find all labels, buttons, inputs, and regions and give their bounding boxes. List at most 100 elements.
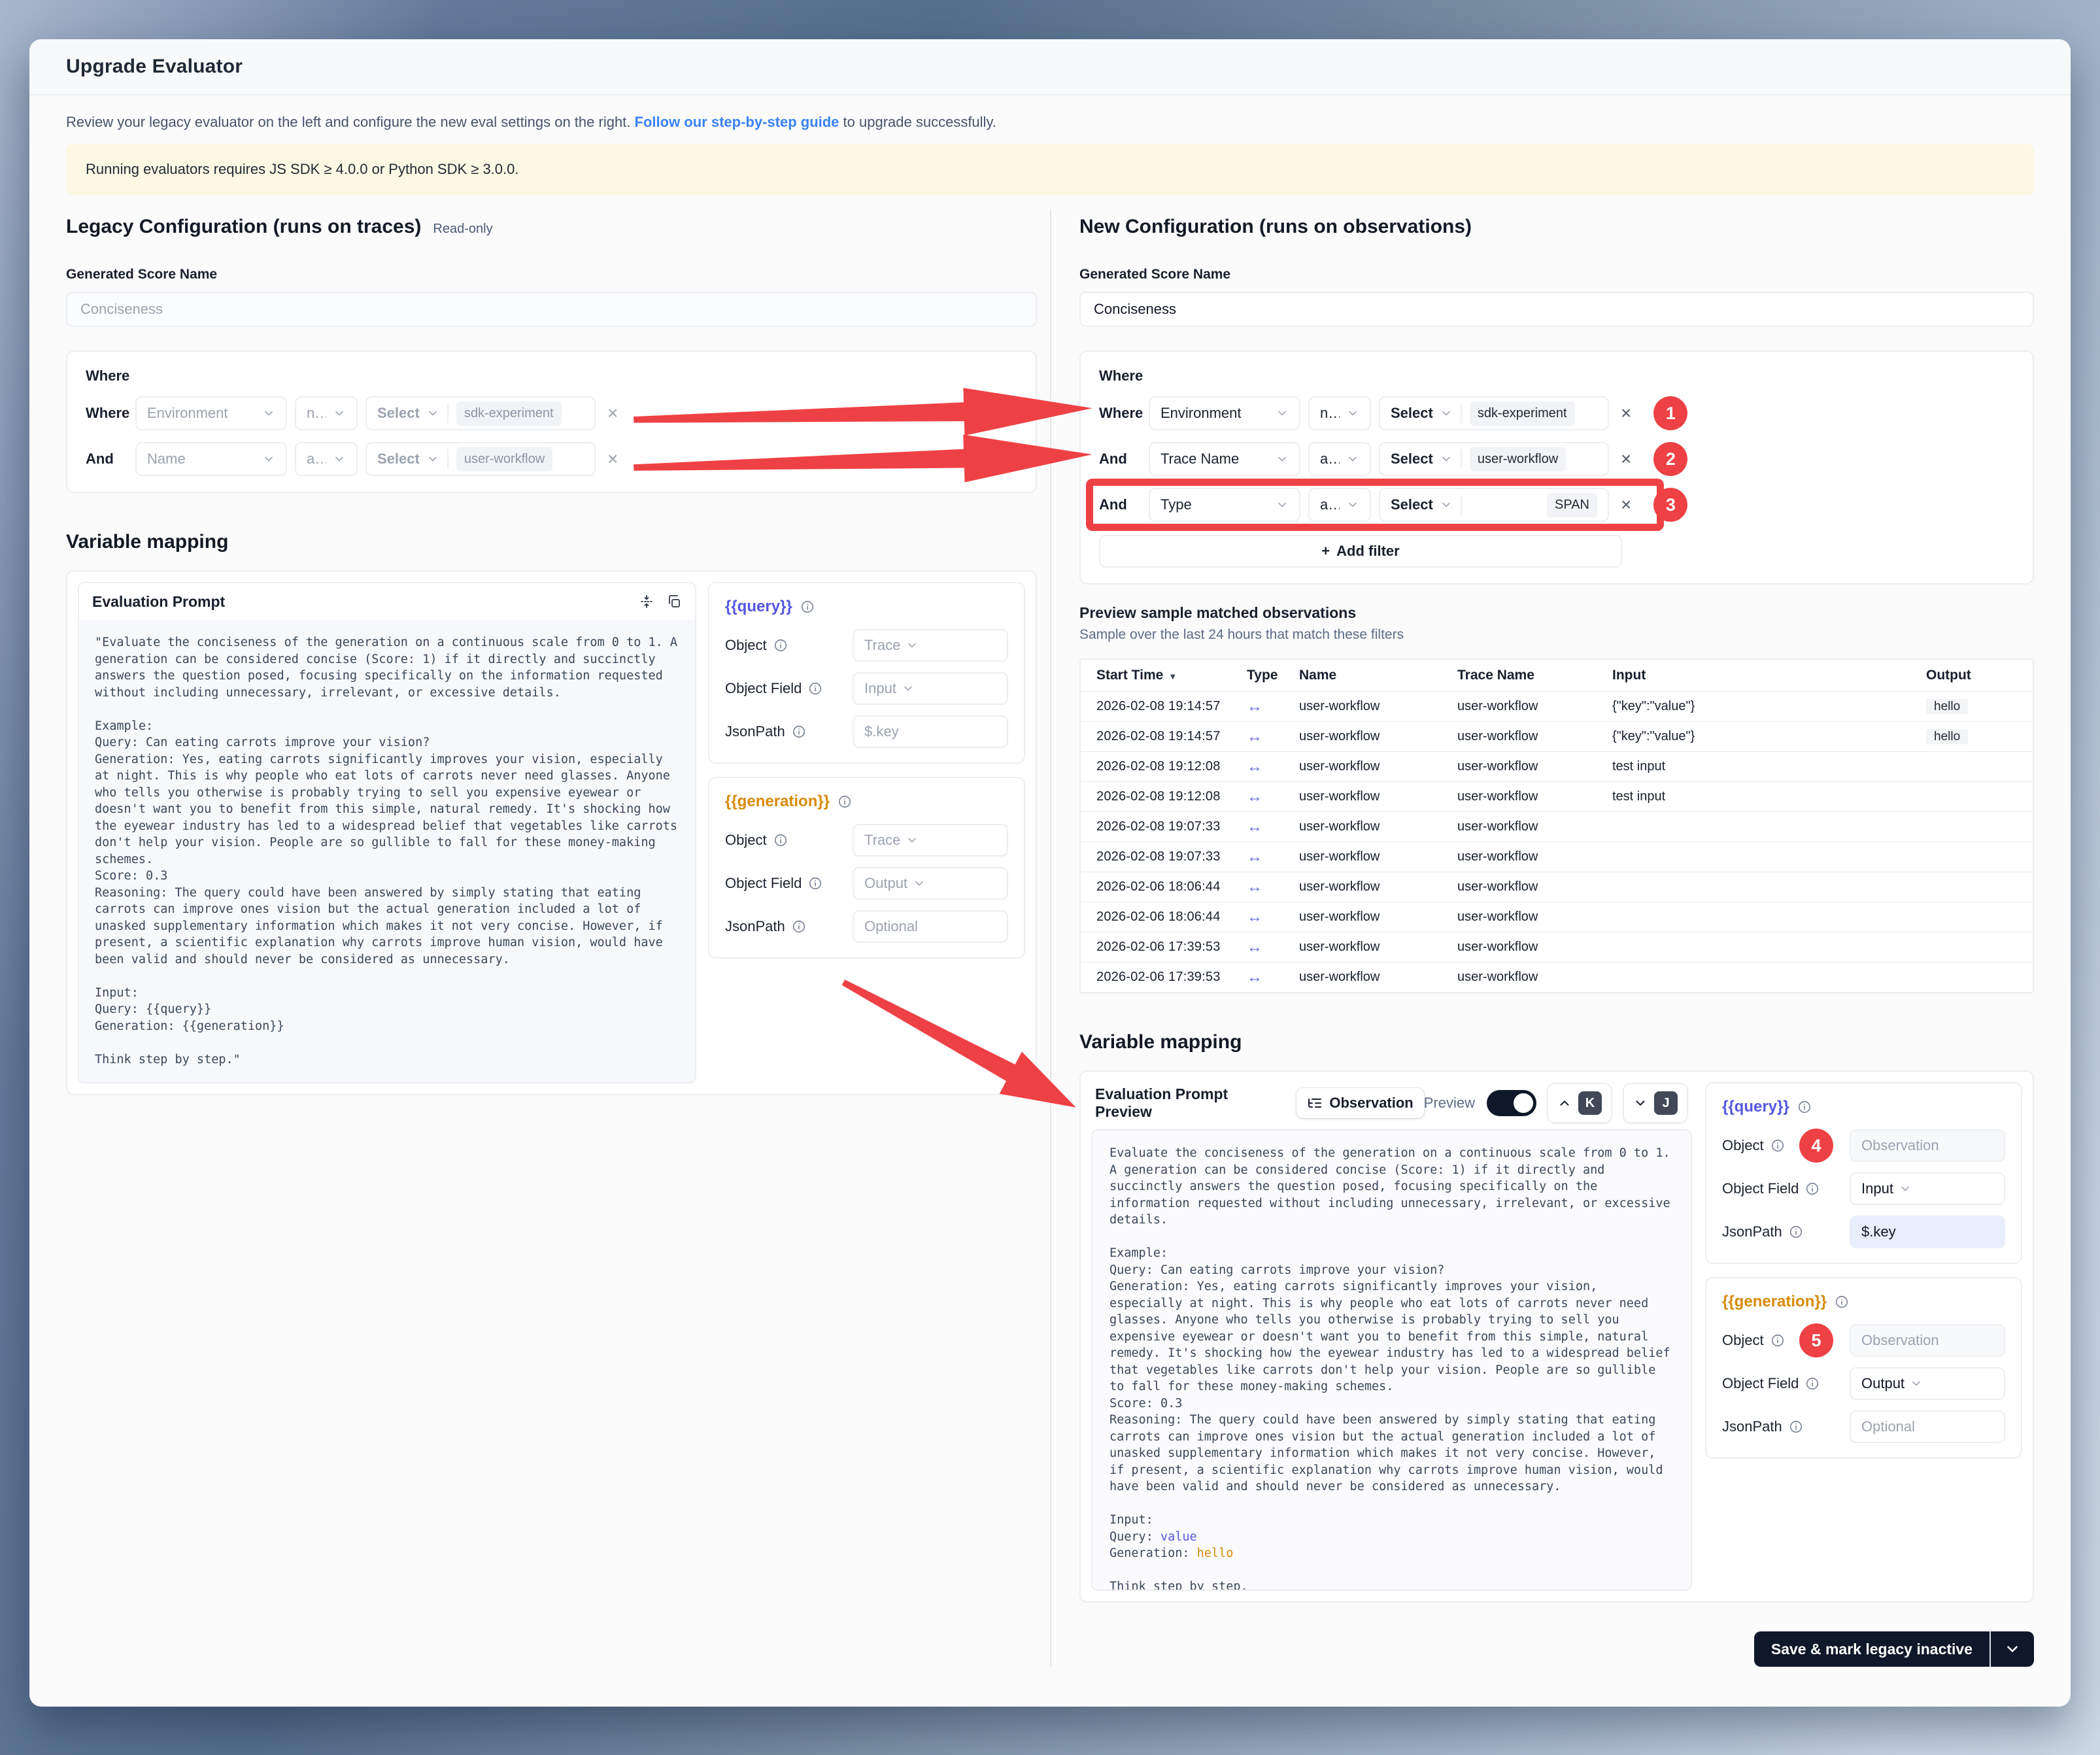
filter-column-select: Name [135, 442, 287, 476]
filter-connector: And [1099, 451, 1141, 468]
info-icon [1789, 1420, 1803, 1434]
preview-toggle[interactable] [1487, 1090, 1536, 1116]
generation-token-value: hello [1197, 1546, 1234, 1560]
query-variable-name: {{query}} [725, 598, 792, 616]
jsonpath-label: JsonPath [725, 723, 785, 740]
filter-operator-select[interactable]: any.. [1308, 488, 1371, 522]
chevron-down-icon [1440, 498, 1453, 511]
legacy-heading: Legacy Configuration (runs on traces) [66, 214, 421, 239]
filter-operator-select[interactable]: non... [1308, 396, 1371, 430]
previous-variable-button[interactable]: K [1547, 1083, 1612, 1123]
evaluation-prompt-text: "Evaluate the conciseness of the generat… [79, 620, 695, 1082]
chevron-down-icon [906, 639, 919, 652]
new-variable-mapping-card: Evaluation Prompt Preview Observation Pr… [1079, 1070, 2034, 1603]
filter-value-select[interactable]: Select sdk-experiment [1379, 396, 1609, 430]
chevron-down-icon [902, 682, 915, 695]
dialog-header: Upgrade Evaluator [29, 39, 2071, 95]
output-chip: hello [1926, 699, 1968, 714]
object-field-select[interactable]: Output [1850, 1367, 2005, 1400]
jsonpath-input: Optional [853, 910, 1008, 943]
save-split-button: Save & mark legacy inactive [1754, 1631, 2034, 1667]
arrows-left-right-icon: ↔ [1247, 728, 1299, 746]
filter-value-select: Select user-workflow [365, 442, 596, 476]
arrows-left-right-icon: ↔ [1247, 878, 1299, 896]
filter-value-select[interactable]: Select SPAN [1379, 488, 1609, 522]
new-score-name-value: Conciseness [1094, 301, 1176, 318]
filter-column-select[interactable]: Type [1149, 488, 1300, 522]
column-header-input[interactable]: Input [1612, 668, 1926, 683]
filter-operator-select[interactable]: any.. [1308, 442, 1371, 476]
select-divider [1461, 449, 1462, 469]
column-header-start-time[interactable]: Start Time▼ [1096, 668, 1247, 683]
select-divider [1461, 495, 1462, 515]
query-token-value: value [1160, 1530, 1197, 1544]
legacy-variable-panels: {{query}} Object Trace Object Field Inpu… [708, 582, 1025, 959]
object-label: Object [1722, 1137, 1764, 1154]
generation-variable-name: {{generation}} [1722, 1293, 1827, 1311]
table-row[interactable]: 2026-02-08 19:07:33 ↔ user-workflow user… [1081, 842, 2033, 872]
remove-filter-button[interactable]: × [1617, 401, 1635, 425]
object-label: Object [725, 637, 767, 654]
column-header-type[interactable]: Type [1247, 668, 1299, 683]
column-header-name[interactable]: Name [1299, 668, 1457, 683]
filter-value-select[interactable]: Select user-workflow [1379, 442, 1609, 476]
intro-text: Review your legacy evaluator on the left… [66, 114, 630, 130]
new-score-name-input[interactable]: Conciseness [1079, 292, 2034, 327]
arrows-left-right-icon: ↔ [1247, 788, 1299, 806]
table-row[interactable]: 2026-02-08 19:12:08 ↔ user-workflow user… [1081, 751, 2033, 781]
add-filter-button[interactable]: + Add filter [1099, 535, 1622, 568]
remove-filter-button[interactable]: × [1617, 447, 1635, 471]
collapse-vertical-icon[interactable] [639, 594, 654, 609]
table-row[interactable]: 2026-02-08 19:07:33 ↔ user-workflow user… [1081, 811, 2033, 842]
legacy-filter-row-1: Where Environment non... Select [86, 396, 1017, 430]
arrows-left-right-icon: ↔ [1247, 758, 1299, 776]
table-row[interactable]: 2026-02-08 19:14:57 ↔ user-workflow user… [1081, 721, 2033, 751]
next-variable-button[interactable]: J [1623, 1083, 1688, 1123]
filter-column-select[interactable]: Trace Name [1149, 442, 1300, 476]
arrows-left-right-icon: ↔ [1247, 698, 1299, 716]
copy-icon[interactable] [666, 594, 682, 609]
table-row[interactable]: 2026-02-06 18:06:44 ↔ user-workflow user… [1081, 902, 2033, 932]
filter-connector: Where [1099, 405, 1141, 422]
legacy-configuration-section: Legacy Configuration (runs on traces) Re… [66, 214, 1037, 1095]
filter-column-select: Environment [135, 396, 287, 430]
jsonpath-input[interactable]: Optional [1850, 1410, 2005, 1443]
step-badge-2: 2 [1653, 442, 1687, 476]
object-field-select[interactable]: Input [1850, 1172, 2005, 1205]
filter-column-select[interactable]: Environment [1149, 396, 1300, 430]
chevron-down-icon [262, 452, 275, 466]
generation-variable-panel: {{generation}} Object Trace Object Field… [708, 777, 1025, 959]
new-where-card: Where Where Environment non... Select [1079, 350, 2034, 585]
new-where-title: Where [1099, 367, 2014, 384]
info-icon [1805, 1182, 1820, 1196]
table-row[interactable]: 2026-02-08 19:12:08 ↔ user-workflow user… [1081, 781, 2033, 811]
object-field-label: Object Field [1722, 1375, 1799, 1392]
sdk-requirement-banner: Running evaluators requires JS SDK ≥ 4.0… [66, 144, 2034, 195]
table-row[interactable]: 2026-02-06 17:39:53 ↔ user-workflow user… [1081, 962, 2033, 992]
info-icon [773, 833, 788, 847]
legacy-where-title: Where [86, 367, 1017, 384]
close-icon: × [607, 449, 618, 469]
info-icon [838, 794, 852, 809]
table-row[interactable]: 2026-02-06 17:39:53 ↔ user-workflow user… [1081, 932, 2033, 962]
column-header-trace-name[interactable]: Trace Name [1457, 668, 1612, 683]
chevron-down-icon [1346, 407, 1359, 420]
new-config-heading: New Configuration (runs on observations) [1079, 214, 1472, 239]
step-by-step-guide-link[interactable]: Follow our step-by-step guide [635, 114, 839, 130]
jsonpath-input[interactable]: $.key [1850, 1216, 2005, 1248]
table-row[interactable]: 2026-02-08 19:14:57 ↔ user-workflow user… [1081, 691, 2033, 721]
chevron-down-icon [1899, 1182, 1912, 1195]
observation-object-chip[interactable]: Observation [1296, 1088, 1423, 1118]
filter-operator-select: non... [295, 396, 358, 430]
remove-filter-button[interactable]: × [1617, 493, 1635, 517]
filter-connector: Where [86, 405, 127, 422]
legacy-score-name-label: Generated Score Name [66, 267, 1037, 282]
new-configuration-section: New Configuration (runs on observations)… [1079, 214, 2034, 1667]
legacy-where-card: Where Where Environment non... Select [66, 350, 1037, 493]
table-row[interactable]: 2026-02-06 18:06:44 ↔ user-workflow user… [1081, 872, 2033, 902]
filter-value-chip: user-workflow [456, 447, 552, 471]
arrows-left-right-icon: ↔ [1247, 848, 1299, 866]
save-options-button[interactable] [1991, 1631, 2034, 1667]
save-button[interactable]: Save & mark legacy inactive [1754, 1631, 1990, 1667]
column-header-output[interactable]: Output [1926, 668, 2033, 683]
